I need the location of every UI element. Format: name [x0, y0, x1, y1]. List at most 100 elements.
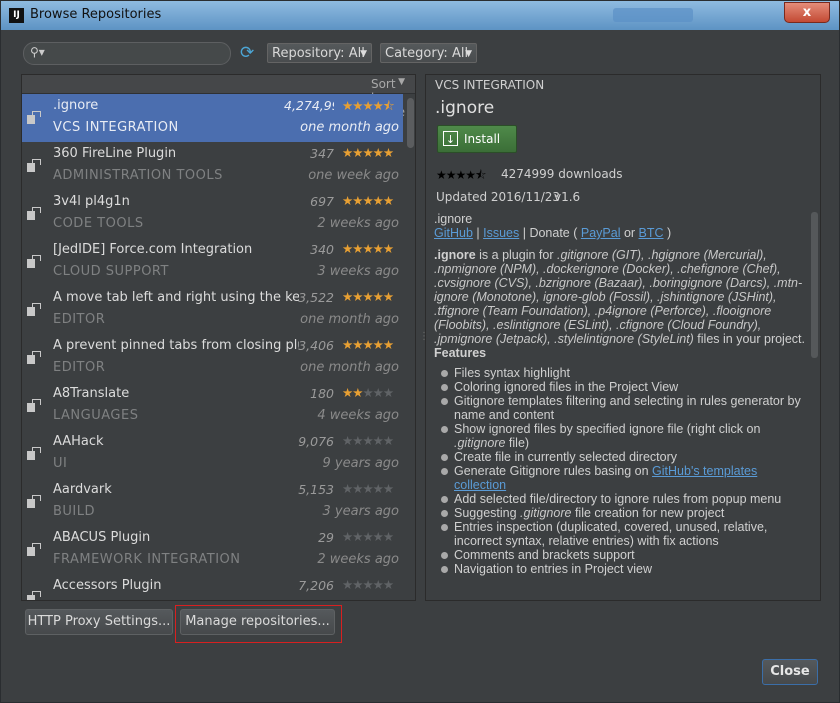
plugin-icon — [27, 399, 41, 413]
detail-downloads: 4274999 downloads — [501, 167, 623, 181]
plugin-updated: 9 years ago — [322, 456, 399, 471]
plugin-name: Aardvark — [53, 482, 112, 497]
plugin-name: Accessors Plugin — [53, 578, 162, 593]
plugin-icon — [27, 447, 41, 461]
plugin-category: ADMINISTRATION TOOLS — [53, 168, 223, 183]
plugin-updated: 2 weeks ago — [317, 216, 399, 231]
feature-item: Show ignored files by specified ignore f… — [434, 422, 810, 450]
star-icon: ★ — [352, 529, 363, 544]
plugin-list-item[interactable]: AAHack 9,076 ★★★★★ UI 9 years ago — [22, 430, 403, 478]
detail-updated: Updated 2016/11/23 — [436, 190, 561, 204]
plugin-downloads: 7,206 — [298, 578, 334, 593]
title-bar-blurred-region — [613, 8, 693, 22]
star-icon: ★ — [382, 241, 394, 256]
star-icon: ★ — [342, 193, 353, 208]
paypal-link[interactable]: PayPal — [581, 226, 621, 240]
sort-bar[interactable]: Sort by: name ▼ — [22, 75, 415, 119]
plugin-rating-stars: ★★★★★ — [342, 241, 400, 256]
manage-repositories-button[interactable]: Manage repositories... — [180, 609, 335, 635]
plugin-name: [JedIDE] Force.com Integration — [53, 242, 253, 257]
feature-item: Create file in currently selected direct… — [434, 450, 810, 464]
star-icon: ★ — [382, 529, 394, 544]
category-filter-dropdown[interactable]: Category: All ▼ — [380, 43, 477, 63]
intro-tail: files in your project. — [693, 332, 805, 346]
plugin-list-scrollbar[interactable] — [406, 94, 415, 600]
detail-scrollbar-thumb[interactable] — [811, 212, 818, 358]
plugin-description: .ignore GitHub | Issues | Donate ( PayPa… — [434, 212, 810, 600]
feature-text: Generate Gitignore rules basing on — [454, 464, 653, 478]
plugin-category: CODE TOOLS — [53, 216, 144, 231]
plugin-rating-stars: ★★★★★ — [342, 529, 400, 544]
description-title: .ignore — [434, 212, 473, 226]
star-icon: ★ — [372, 433, 384, 448]
issues-link[interactable]: Issues — [483, 226, 519, 240]
star-icon: ★ — [342, 241, 353, 256]
star-icon: ★ — [342, 481, 353, 496]
search-input[interactable]: ⚲▾ — [23, 42, 231, 65]
plugin-name: ABACUS Plugin — [53, 530, 151, 545]
plugin-updated: one week ago — [308, 168, 399, 183]
star-icon: ★ — [372, 577, 384, 592]
plugin-rating-stars: ★★★★★ — [342, 337, 400, 352]
star-icon: ⯪ — [475, 168, 486, 182]
plugin-downloads: 3,406 — [298, 338, 334, 353]
plugin-rating-stars: ★★★★★ — [342, 193, 400, 208]
plugin-downloads: 340 — [310, 242, 334, 257]
plugin-updated: 2 weeks ago — [317, 552, 399, 567]
plugin-icon — [27, 111, 41, 125]
plugin-name: 3v4l pl4g1n — [53, 194, 130, 209]
close-button[interactable]: Close — [762, 659, 818, 685]
plugin-list[interactable]: Sort by: name ▼ .ignore4,274,999★★★★⯪VCS… — [21, 74, 416, 601]
plugin-rating-stars: ★★★★★ — [342, 145, 400, 160]
plugin-list-item[interactable]: ABACUS Plugin 29 ★★★★★ FRAMEWORK INTEGRATIO… — [22, 526, 403, 574]
repository-filter-dropdown[interactable]: Repository: All ▼ — [267, 43, 372, 63]
plugin-icon — [27, 207, 41, 221]
plugin-list-item[interactable]: A move tab left and right using the keyb… — [22, 286, 403, 334]
plugin-rating-stars: ★★★★★ — [342, 577, 400, 592]
window-close-button[interactable]: x — [784, 2, 830, 23]
plugin-list-item[interactable]: Accessors Plugin 7,206 ★★★★★ — [22, 574, 403, 600]
plugin-list-item[interactable]: 360 FireLine Plugin 347 ★★★★★ ADMINISTRATIO… — [22, 142, 403, 190]
plugin-icon — [27, 351, 41, 365]
plugin-category: CLOUD SUPPORT — [53, 264, 169, 279]
plugin-list-item[interactable]: .ignore4,274,999★★★★⯪VCS INTEGRATIONone … — [22, 94, 403, 142]
download-icon: ↓ — [443, 131, 458, 146]
detail-version: v1.6 — [554, 190, 581, 204]
refresh-icon[interactable]: ⟳ — [240, 43, 254, 63]
plugin-icon — [27, 591, 41, 600]
star-icon: ★ — [362, 385, 373, 400]
detail-rating-stars: ★★★★⯪ — [436, 166, 486, 187]
star-icon: ★ — [362, 241, 373, 256]
star-icon: ★ — [455, 168, 467, 182]
donate-text: | Donate ( — [519, 226, 581, 240]
feature-item: Comments and brackets support — [434, 548, 810, 562]
description-links: GitHub | Issues | Donate ( PayPal or BTC… — [434, 226, 810, 240]
btc-link[interactable]: BTC — [639, 226, 664, 240]
plugin-list-item[interactable]: Aardvark 5,153 ★★★★★ BUILD 3 years ago — [22, 478, 403, 526]
plugin-list-item[interactable]: [JedIDE] Force.com Integration 340 ★★★★★ CL… — [22, 238, 403, 286]
plugin-downloads: 9,076 — [298, 434, 334, 449]
feature-item: Navigation to entries in Project view — [434, 562, 810, 576]
star-icon: ★ — [362, 481, 373, 496]
star-icon: ★ — [372, 289, 384, 304]
http-proxy-settings-button[interactable]: HTTP Proxy Settings... — [25, 609, 173, 635]
plugin-list-item[interactable]: A8Translate 180 ★★★★★ LANGUAGES 4 weeks ago — [22, 382, 403, 430]
chevron-down-icon: ▼ — [360, 49, 367, 59]
star-icon: ★ — [372, 98, 384, 113]
star-icon: ★ — [362, 433, 373, 448]
install-button[interactable]: ↓ Install — [437, 125, 517, 153]
plugin-downloads: 29 — [318, 530, 334, 545]
github-link[interactable]: GitHub — [434, 226, 473, 240]
plugin-list-scrollbar-thumb[interactable] — [407, 98, 414, 148]
title-bar: IJ Browse Repositories x — [1, 1, 839, 30]
plugin-category: BUILD — [53, 504, 96, 519]
plugin-list-item[interactable]: A prevent pinned tabs from closing plugi… — [22, 334, 403, 382]
install-label: Install — [464, 132, 501, 146]
chevron-down-icon: ▼ — [398, 77, 405, 87]
star-icon: ★ — [372, 481, 384, 496]
plugin-updated: 4 weeks ago — [317, 408, 399, 423]
plugin-list-item[interactable]: 3v4l pl4g1n 697 ★★★★★ CODE TOOLS 2 weeks ago — [22, 190, 403, 238]
star-icon: ★ — [352, 385, 363, 400]
detail-scrollbar[interactable] — [811, 212, 819, 598]
plugin-icon — [27, 255, 41, 269]
